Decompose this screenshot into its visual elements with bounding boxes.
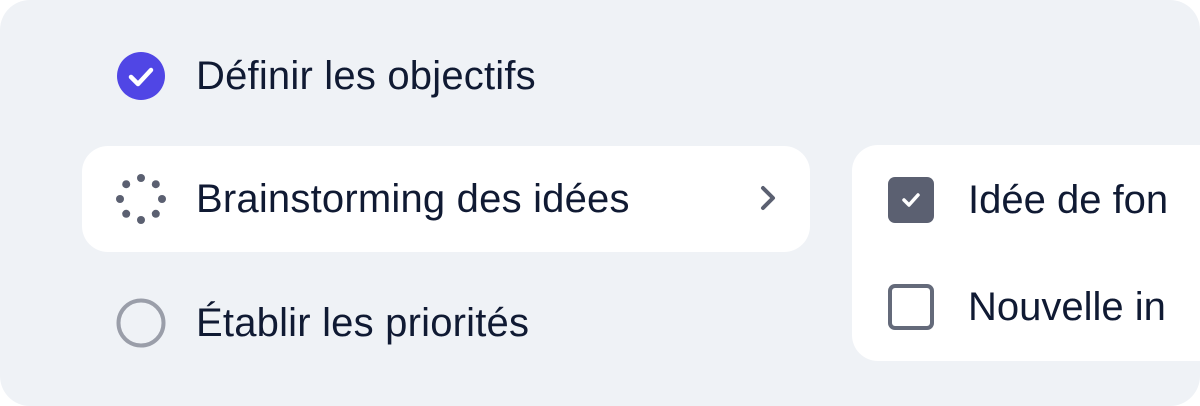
checkbox-unchecked[interactable] xyxy=(888,284,934,330)
spinner-dots-icon xyxy=(116,174,166,224)
checklist-panel: Définir les objectifs Brainstorming des … xyxy=(0,0,1200,406)
substep-label: Idée de fon xyxy=(968,177,1169,222)
substeps-flyout: Idée de fon Nouvelle in xyxy=(852,145,1200,361)
step-set-priorities[interactable]: Établir les priorités xyxy=(82,270,810,376)
chevron-right-icon[interactable] xyxy=(758,180,778,216)
check-circle-icon xyxy=(116,51,166,101)
substep-item[interactable]: Nouvelle in xyxy=(888,282,1166,332)
check-icon xyxy=(902,193,920,207)
step-define-objectives[interactable]: Définir les objectifs xyxy=(82,23,810,129)
step-label: Définir les objectifs xyxy=(196,53,536,98)
step-label: Établir les priorités xyxy=(196,300,530,345)
step-brainstorm-ideas[interactable]: Brainstorming des idées xyxy=(82,146,810,252)
substep-label: Nouvelle in xyxy=(968,284,1166,329)
checkbox-checked[interactable] xyxy=(888,177,934,223)
substep-item[interactable]: Idée de fon xyxy=(888,175,1168,225)
empty-circle-icon xyxy=(116,298,166,348)
step-label: Brainstorming des idées xyxy=(196,176,630,221)
